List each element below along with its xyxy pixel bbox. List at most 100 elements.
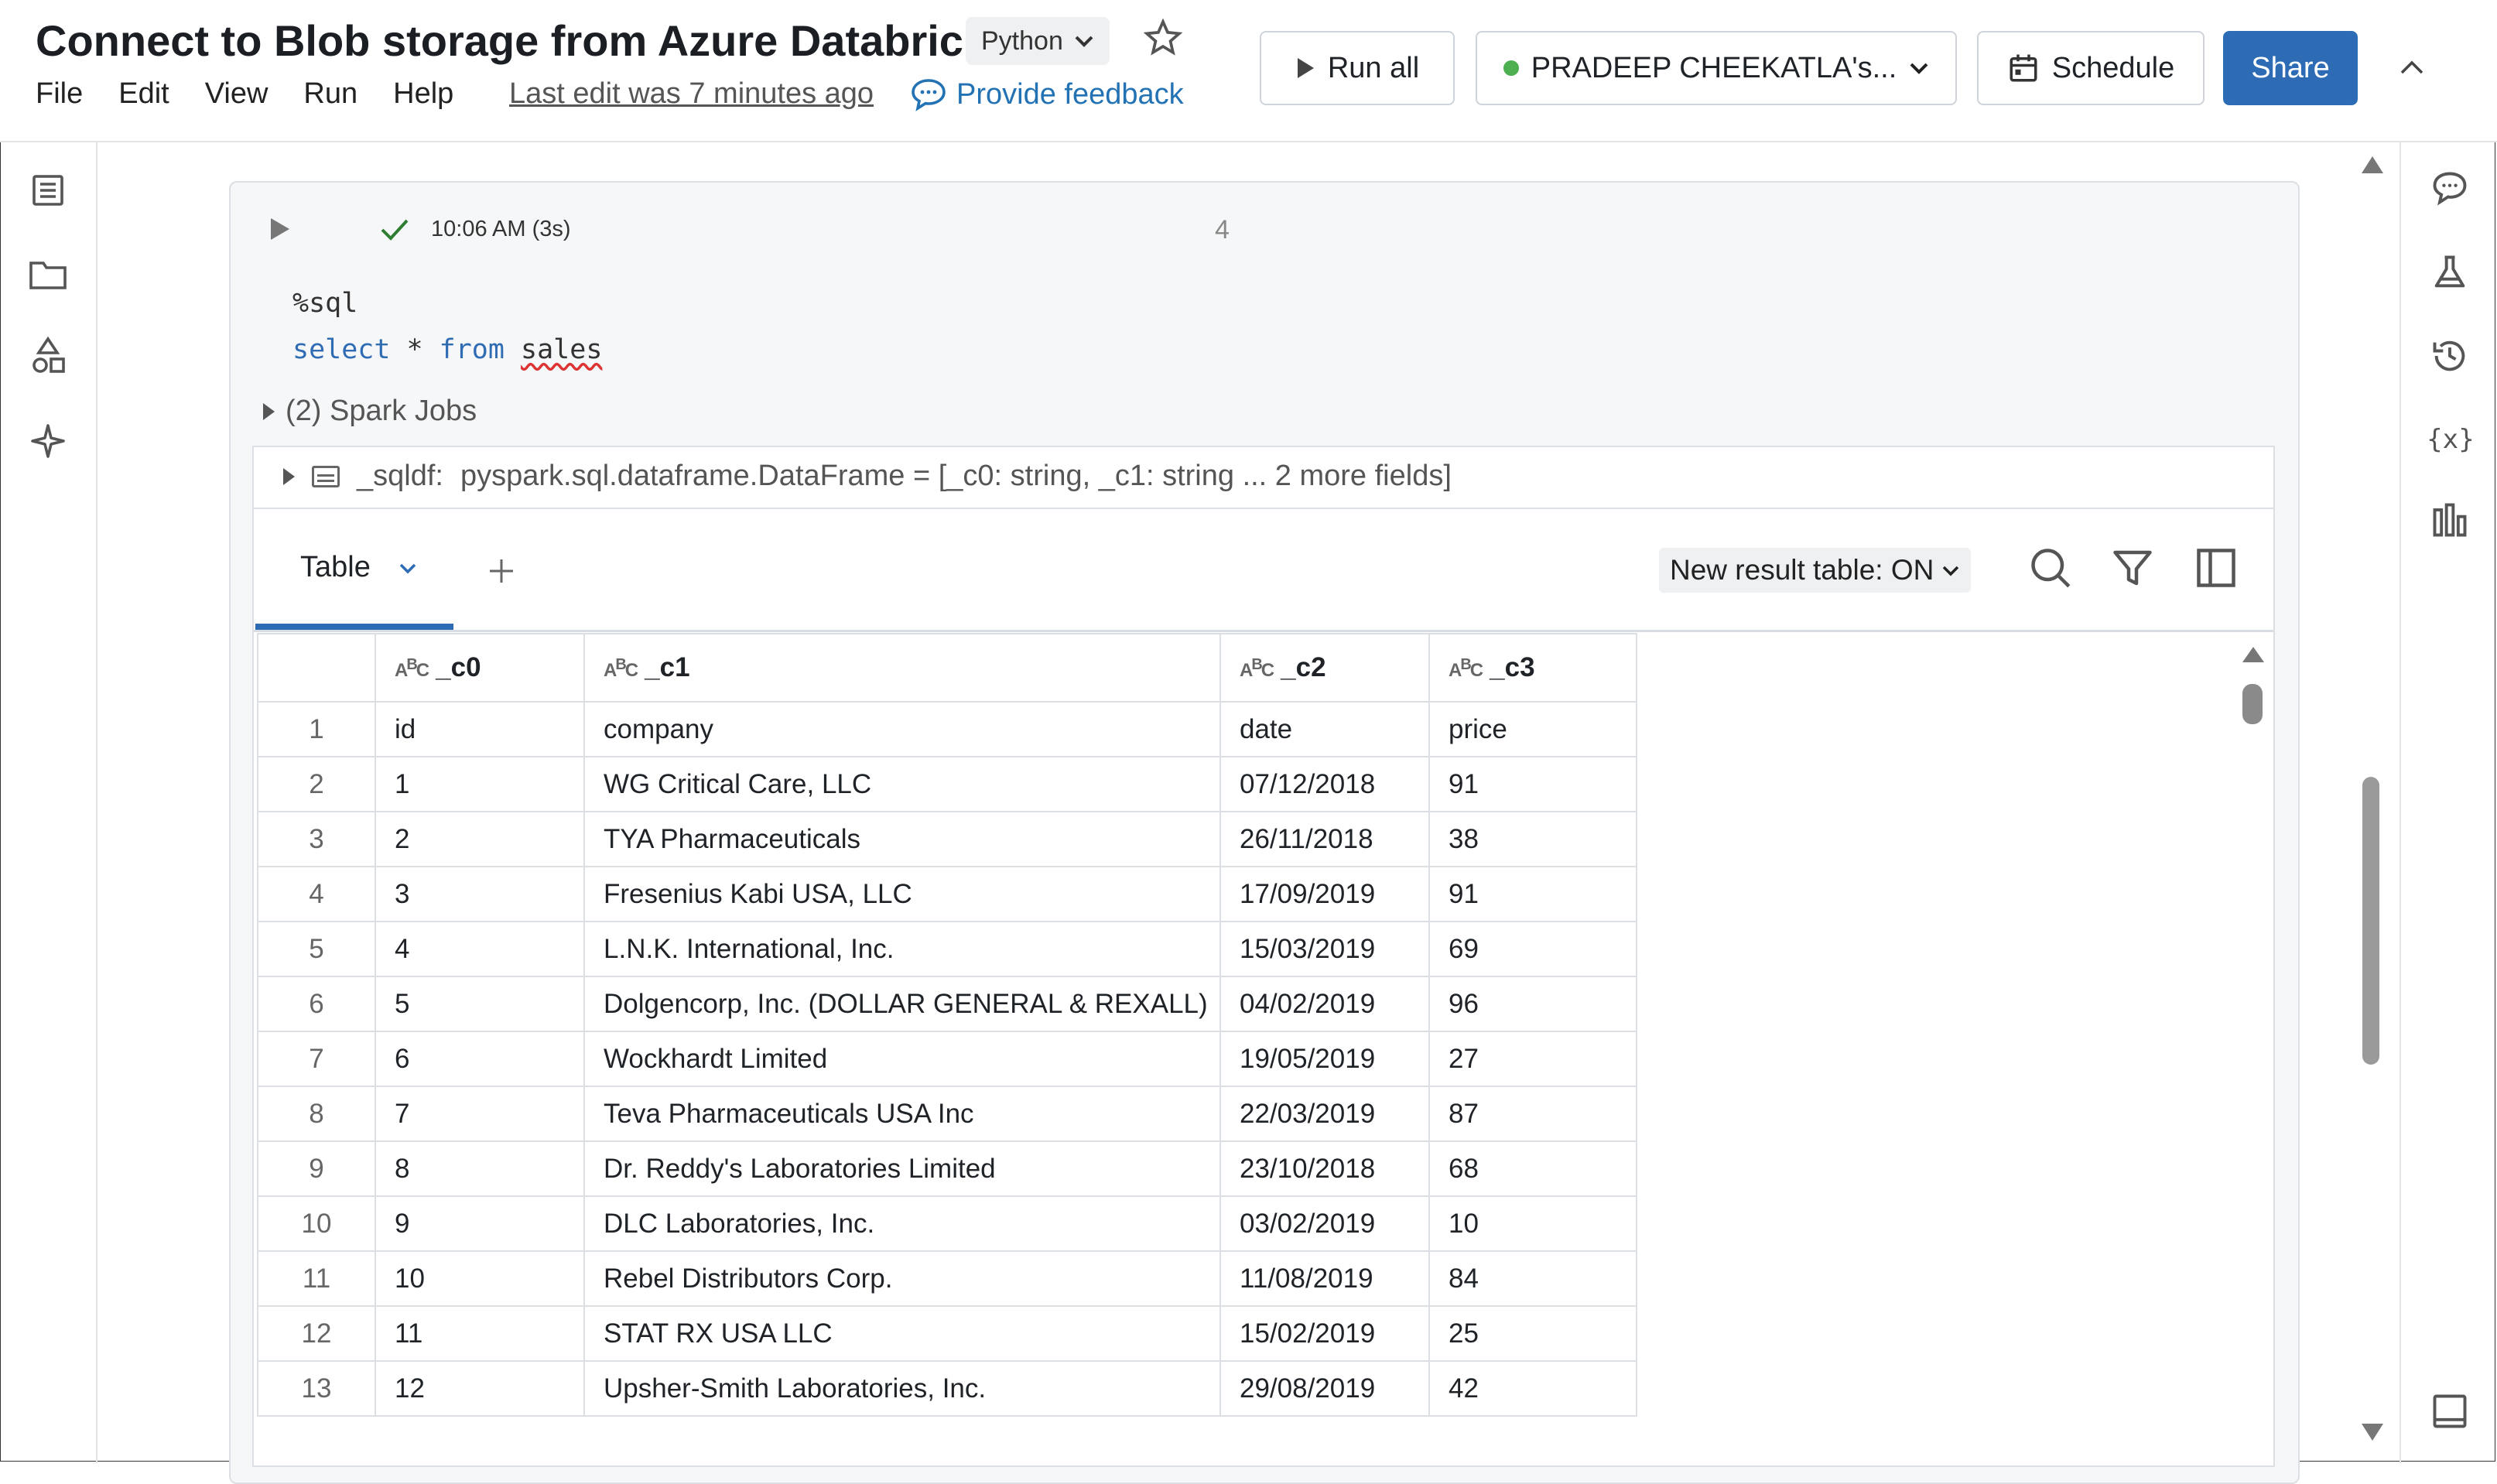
table-cell[interactable]: Teva Pharmaceuticals USA Inc [583,1086,1221,1142]
table-cell[interactable]: 3 [375,866,585,922]
provide-feedback-link[interactable]: Provide feedback [910,77,1184,111]
history-icon[interactable] [2430,336,2470,376]
table-cell[interactable]: 22/03/2019 [1219,1086,1430,1142]
table-cell[interactable]: 07/12/2018 [1219,756,1430,812]
table-cell[interactable]: 04/02/2019 [1219,976,1430,1032]
table-cell[interactable]: Wockhardt Limited [583,1031,1221,1087]
table-cell[interactable]: Dr. Reddy's Laboratories Limited [583,1140,1221,1197]
search-icon[interactable] [2027,545,2074,591]
table-cell[interactable]: 8 [375,1140,585,1197]
table-cell[interactable]: 26/11/2018 [1219,811,1430,867]
table-cell[interactable]: 68 [1428,1140,1637,1197]
table-cell[interactable]: 27 [1428,1031,1637,1087]
variables-icon[interactable]: {x} [2425,418,2475,458]
chevron-down-icon[interactable] [398,562,417,574]
table-cell[interactable]: 38 [1428,811,1637,867]
code-editor[interactable]: %sql select * from sales [292,280,602,373]
spark-jobs-toggle[interactable]: (2) Spark Jobs [263,395,477,428]
table-cell[interactable]: STAT RX USA LLC [583,1305,1221,1362]
last-edit-link[interactable]: Last edit was 7 minutes ago [509,77,874,111]
table-cell[interactable]: 6 [375,1031,585,1087]
notebook-scrollbar-thumb[interactable] [2362,777,2379,1065]
menu-view[interactable]: View [205,77,269,111]
table-cell[interactable]: 29/08/2019 [1219,1360,1430,1417]
table-scrollbar-thumb[interactable] [2242,684,2263,724]
table-cell[interactable]: 5 [375,976,585,1032]
schedule-button[interactable]: Schedule [1977,31,2205,105]
table-cell[interactable]: 91 [1428,866,1637,922]
table-cell[interactable]: 10 [1428,1195,1637,1252]
side-panel-icon[interactable] [2193,545,2239,591]
sparkle-icon[interactable] [29,422,67,460]
table-cell[interactable]: Upsher-Smith Laboratories, Inc. [583,1360,1221,1417]
table-cell[interactable]: 23/10/2018 [1219,1140,1430,1197]
table-cell[interactable]: 42 [1428,1360,1637,1417]
table-cell[interactable]: 7 [375,1086,585,1142]
table-cell[interactable]: 69 [1428,921,1637,977]
table-cell[interactable]: company [583,701,1221,757]
table-of-contents-icon[interactable] [29,172,67,209]
table-cell[interactable]: 15/03/2019 [1219,921,1430,977]
panel-icon[interactable] [2430,1391,2470,1431]
table-cell[interactable]: 25 [1428,1305,1637,1362]
table-cell[interactable]: 10 [375,1250,585,1307]
run-all-button[interactable]: Run all [1260,31,1455,105]
table-cell[interactable]: 11/08/2019 [1219,1250,1430,1307]
table-cell[interactable]: 87 [1428,1086,1637,1142]
table-cell[interactable]: Dolgencorp, Inc. (DOLLAR GENERAL & REXAL… [583,976,1221,1032]
table-cell[interactable]: 2 [375,811,585,867]
run-cell-icon[interactable] [271,218,289,240]
table-cell[interactable]: id [375,701,585,757]
menu-edit[interactable]: Edit [118,77,169,111]
tab-table[interactable]: Table [300,551,417,584]
table-cell[interactable]: DLC Laboratories, Inc. [583,1195,1221,1252]
table-cell[interactable]: 03/02/2019 [1219,1195,1430,1252]
chevron-up-icon[interactable] [2399,59,2425,76]
dataframe-schema-toggle[interactable]: _sqldf: pyspark.sql.dataframe.DataFrame … [283,460,1452,493]
menu-help[interactable]: Help [393,77,453,111]
table-cell[interactable]: 9 [375,1195,585,1252]
shapes-icon[interactable] [29,336,67,376]
table-scroll-up-arrow[interactable] [2242,647,2264,662]
notebook-title[interactable]: Connect to Blob storage from Azure Datab… [36,15,1000,66]
table-row: 8 7 Teva Pharmaceuticals USA Inc 22/03/2019… [257,1086,1637,1142]
column-header[interactable]: ABC _c3 [1428,633,1637,703]
table-cell[interactable]: 96 [1428,976,1637,1032]
table-cell[interactable]: Rebel Distributors Corp. [583,1250,1221,1307]
table-cell[interactable]: 12 [375,1360,585,1417]
folder-icon[interactable] [28,255,68,292]
table-cell[interactable]: date [1219,701,1430,757]
scroll-up-arrow[interactable] [2362,156,2383,173]
string-type-icon: ABC [604,656,638,681]
table-row: 7 6 Wockhardt Limited 19/05/2019 27 [257,1031,1637,1087]
table-cell[interactable]: 11 [375,1305,585,1362]
table-cell[interactable]: 84 [1428,1250,1637,1307]
star-icon[interactable] [1144,19,1182,57]
experiment-icon[interactable] [2430,252,2470,292]
table-cell[interactable]: 4 [375,921,585,977]
chart-icon[interactable] [2430,500,2470,540]
comment-icon[interactable] [2430,169,2470,209]
table-cell[interactable]: 17/09/2019 [1219,866,1430,922]
add-tab-icon[interactable] [487,557,515,585]
table-cell[interactable]: Fresenius Kabi USA, LLC [583,866,1221,922]
table-cell[interactable]: L.N.K. International, Inc. [583,921,1221,977]
cluster-selector[interactable]: PRADEEP CHEEKATLA's... [1476,31,1957,105]
share-button[interactable]: Share [2223,31,2358,105]
column-header[interactable]: ABC _c0 [375,633,585,703]
table-cell[interactable]: 15/02/2019 [1219,1305,1430,1362]
table-cell[interactable]: 19/05/2019 [1219,1031,1430,1087]
table-cell[interactable]: TYA Pharmaceuticals [583,811,1221,867]
filter-icon[interactable] [2109,545,2156,591]
column-header[interactable]: ABC _c1 [583,633,1221,703]
new-result-table-toggle[interactable]: New result table: ON [1659,548,1972,593]
table-cell[interactable]: 91 [1428,756,1637,812]
scroll-down-arrow[interactable] [2362,1424,2383,1441]
table-cell[interactable]: 1 [375,756,585,812]
menu-file[interactable]: File [36,77,83,111]
column-header[interactable]: ABC _c2 [1219,633,1430,703]
language-selector[interactable]: Python [966,17,1110,65]
menu-run[interactable]: Run [303,77,357,111]
table-cell[interactable]: price [1428,701,1637,757]
table-cell[interactable]: WG Critical Care, LLC [583,756,1221,812]
